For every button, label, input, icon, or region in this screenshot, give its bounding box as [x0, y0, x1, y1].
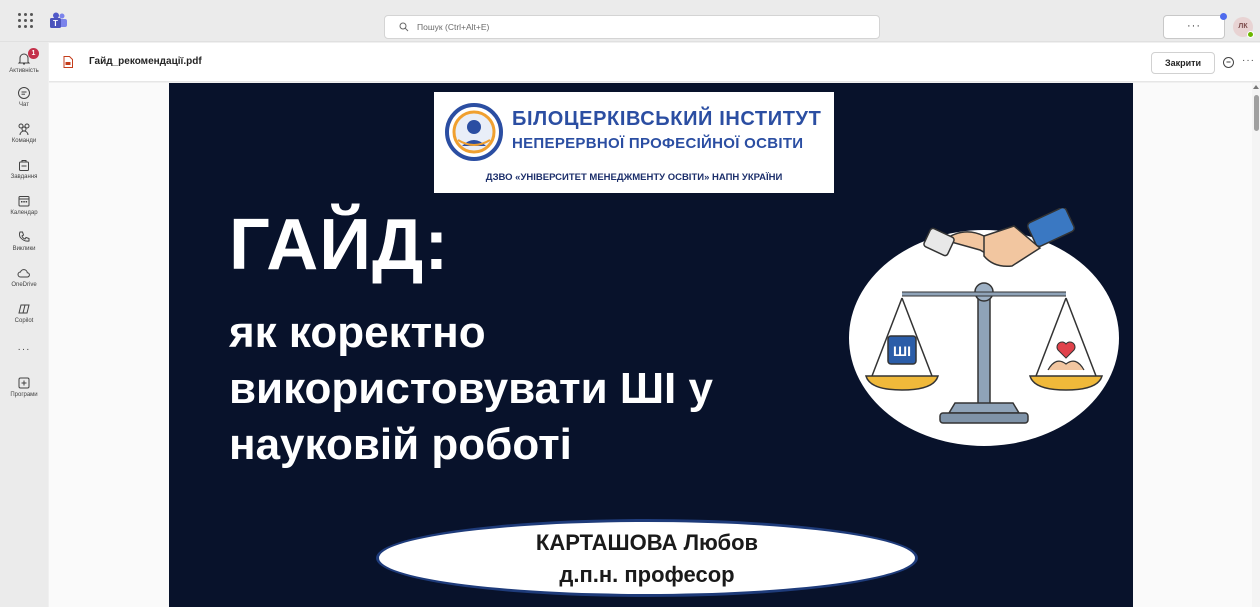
ai-ethics-scale-illustration: ШІ	[849, 208, 1119, 446]
rail-item-label: Програми	[10, 392, 38, 398]
rail-item-assignments[interactable]: Завдання	[0, 158, 48, 180]
author-name: КАРТАШОВА Любов	[535, 530, 759, 555]
teams-icon	[18, 123, 30, 136]
app-top-bar: T Пошук (Ctrl+Alt+E) ··· ЛК	[0, 0, 1260, 42]
more-icon: ···	[17, 344, 31, 355]
assignments-icon	[19, 160, 29, 171]
rail-item-label: Команди	[11, 138, 37, 144]
rail-item-label: Календар	[10, 210, 38, 216]
subtitle-line: як коректно	[229, 308, 486, 357]
scroll-up-arrow-icon[interactable]	[1253, 85, 1259, 89]
document-title: Гайд_рекомендації.pdf	[89, 56, 202, 67]
chat-icon	[18, 87, 30, 99]
copilot-icon	[18, 304, 30, 314]
teams-logo-icon: T	[50, 12, 67, 28]
search-placeholder: Пошук (Ctrl+Alt+E)	[417, 22, 490, 32]
vertical-scrollbar[interactable]	[1252, 83, 1260, 607]
rail-item-apps[interactable]: Програми	[0, 376, 48, 398]
pdf-file-icon	[63, 56, 73, 68]
conversation-icon[interactable]	[1222, 56, 1235, 69]
rail-item-calls[interactable]: Виклики	[0, 230, 48, 252]
subtitle-line: використовувати ШІ у	[229, 364, 713, 413]
rail-item-label: OneDrive	[11, 282, 37, 288]
rail-item-label: Copilot	[14, 318, 34, 324]
more-options-icon[interactable]: ···	[1242, 55, 1255, 66]
subtitle-line: науковій роботі	[229, 420, 572, 469]
app-rail: 1 Активність Чат Команди Завдання Календ…	[0, 42, 48, 607]
settings-more-button[interactable]: ···	[1163, 13, 1227, 39]
avatar[interactable]: ЛК	[1233, 17, 1254, 38]
activity-badge: 1	[28, 48, 39, 59]
institute-emblem-icon	[445, 103, 503, 161]
search-icon	[399, 22, 409, 32]
avatar-initials: ЛК	[1238, 23, 1248, 30]
notification-dot	[1220, 13, 1227, 20]
rail-item-teams[interactable]: Команди	[0, 122, 48, 144]
rail-item-more[interactable]: ···	[0, 344, 48, 355]
rail-item-label: Чат	[19, 102, 29, 108]
more-label: ···	[1187, 20, 1201, 32]
institute-name-line2: НЕПЕРЕРВНОЇ ПРОФЕСІЙНОЇ ОСВІТИ	[512, 135, 804, 152]
presence-available-icon	[1247, 31, 1254, 38]
phone-icon	[19, 231, 30, 242]
document-header: Гайд_рекомендації.pdf Закрити ···	[49, 43, 1260, 82]
cloud-icon	[17, 269, 30, 278]
rail-item-activity[interactable]: 1 Активність	[0, 48, 48, 74]
close-button[interactable]: Закрити	[1151, 52, 1215, 74]
rail-item-label: Виклики	[12, 246, 36, 252]
institute-name-line1: БІЛОЦЕРКІВСЬКИЙ ІНСТИТУТ	[512, 108, 822, 130]
scroll-thumb[interactable]	[1254, 95, 1259, 131]
ai-chip-label: ШІ	[893, 343, 911, 359]
rail-item-calendar[interactable]: Календар	[0, 194, 48, 216]
rail-item-copilot[interactable]: Copilot	[0, 302, 48, 324]
author-badge: КАРТАШОВА Любов д.п.н. професор	[376, 519, 918, 597]
institute-logo: БІЛОЦЕРКІВСЬКИЙ ІНСТИТУТ НЕПЕРЕРВНОЇ ПРО…	[434, 92, 834, 193]
svg-text:T: T	[53, 19, 58, 28]
rail-item-label: Активність	[9, 68, 39, 74]
add-apps-icon	[18, 377, 30, 389]
app-launcher-icon[interactable]	[18, 13, 34, 29]
pdf-page: БІЛОЦЕРКІВСЬКИЙ ІНСТИТУТ НЕПЕРЕРВНОЇ ПРО…	[169, 83, 1133, 607]
search-input[interactable]: Пошук (Ctrl+Alt+E)	[384, 15, 880, 39]
rail-item-onedrive[interactable]: OneDrive	[0, 266, 48, 288]
calendar-icon	[18, 196, 30, 207]
rail-item-chat[interactable]: Чат	[0, 86, 48, 108]
guide-title: ГАЙД:	[229, 205, 450, 285]
guide-subtitle: як коректно використовувати ШІ у наукові…	[229, 305, 849, 473]
institute-affiliation: ДЗВО «УНІВЕРСИТЕТ МЕНЕДЖМЕНТУ ОСВІТИ» НА…	[485, 172, 783, 183]
rail-item-label: Завдання	[10, 174, 38, 180]
author-degree: д.п.н. професор	[559, 562, 735, 587]
